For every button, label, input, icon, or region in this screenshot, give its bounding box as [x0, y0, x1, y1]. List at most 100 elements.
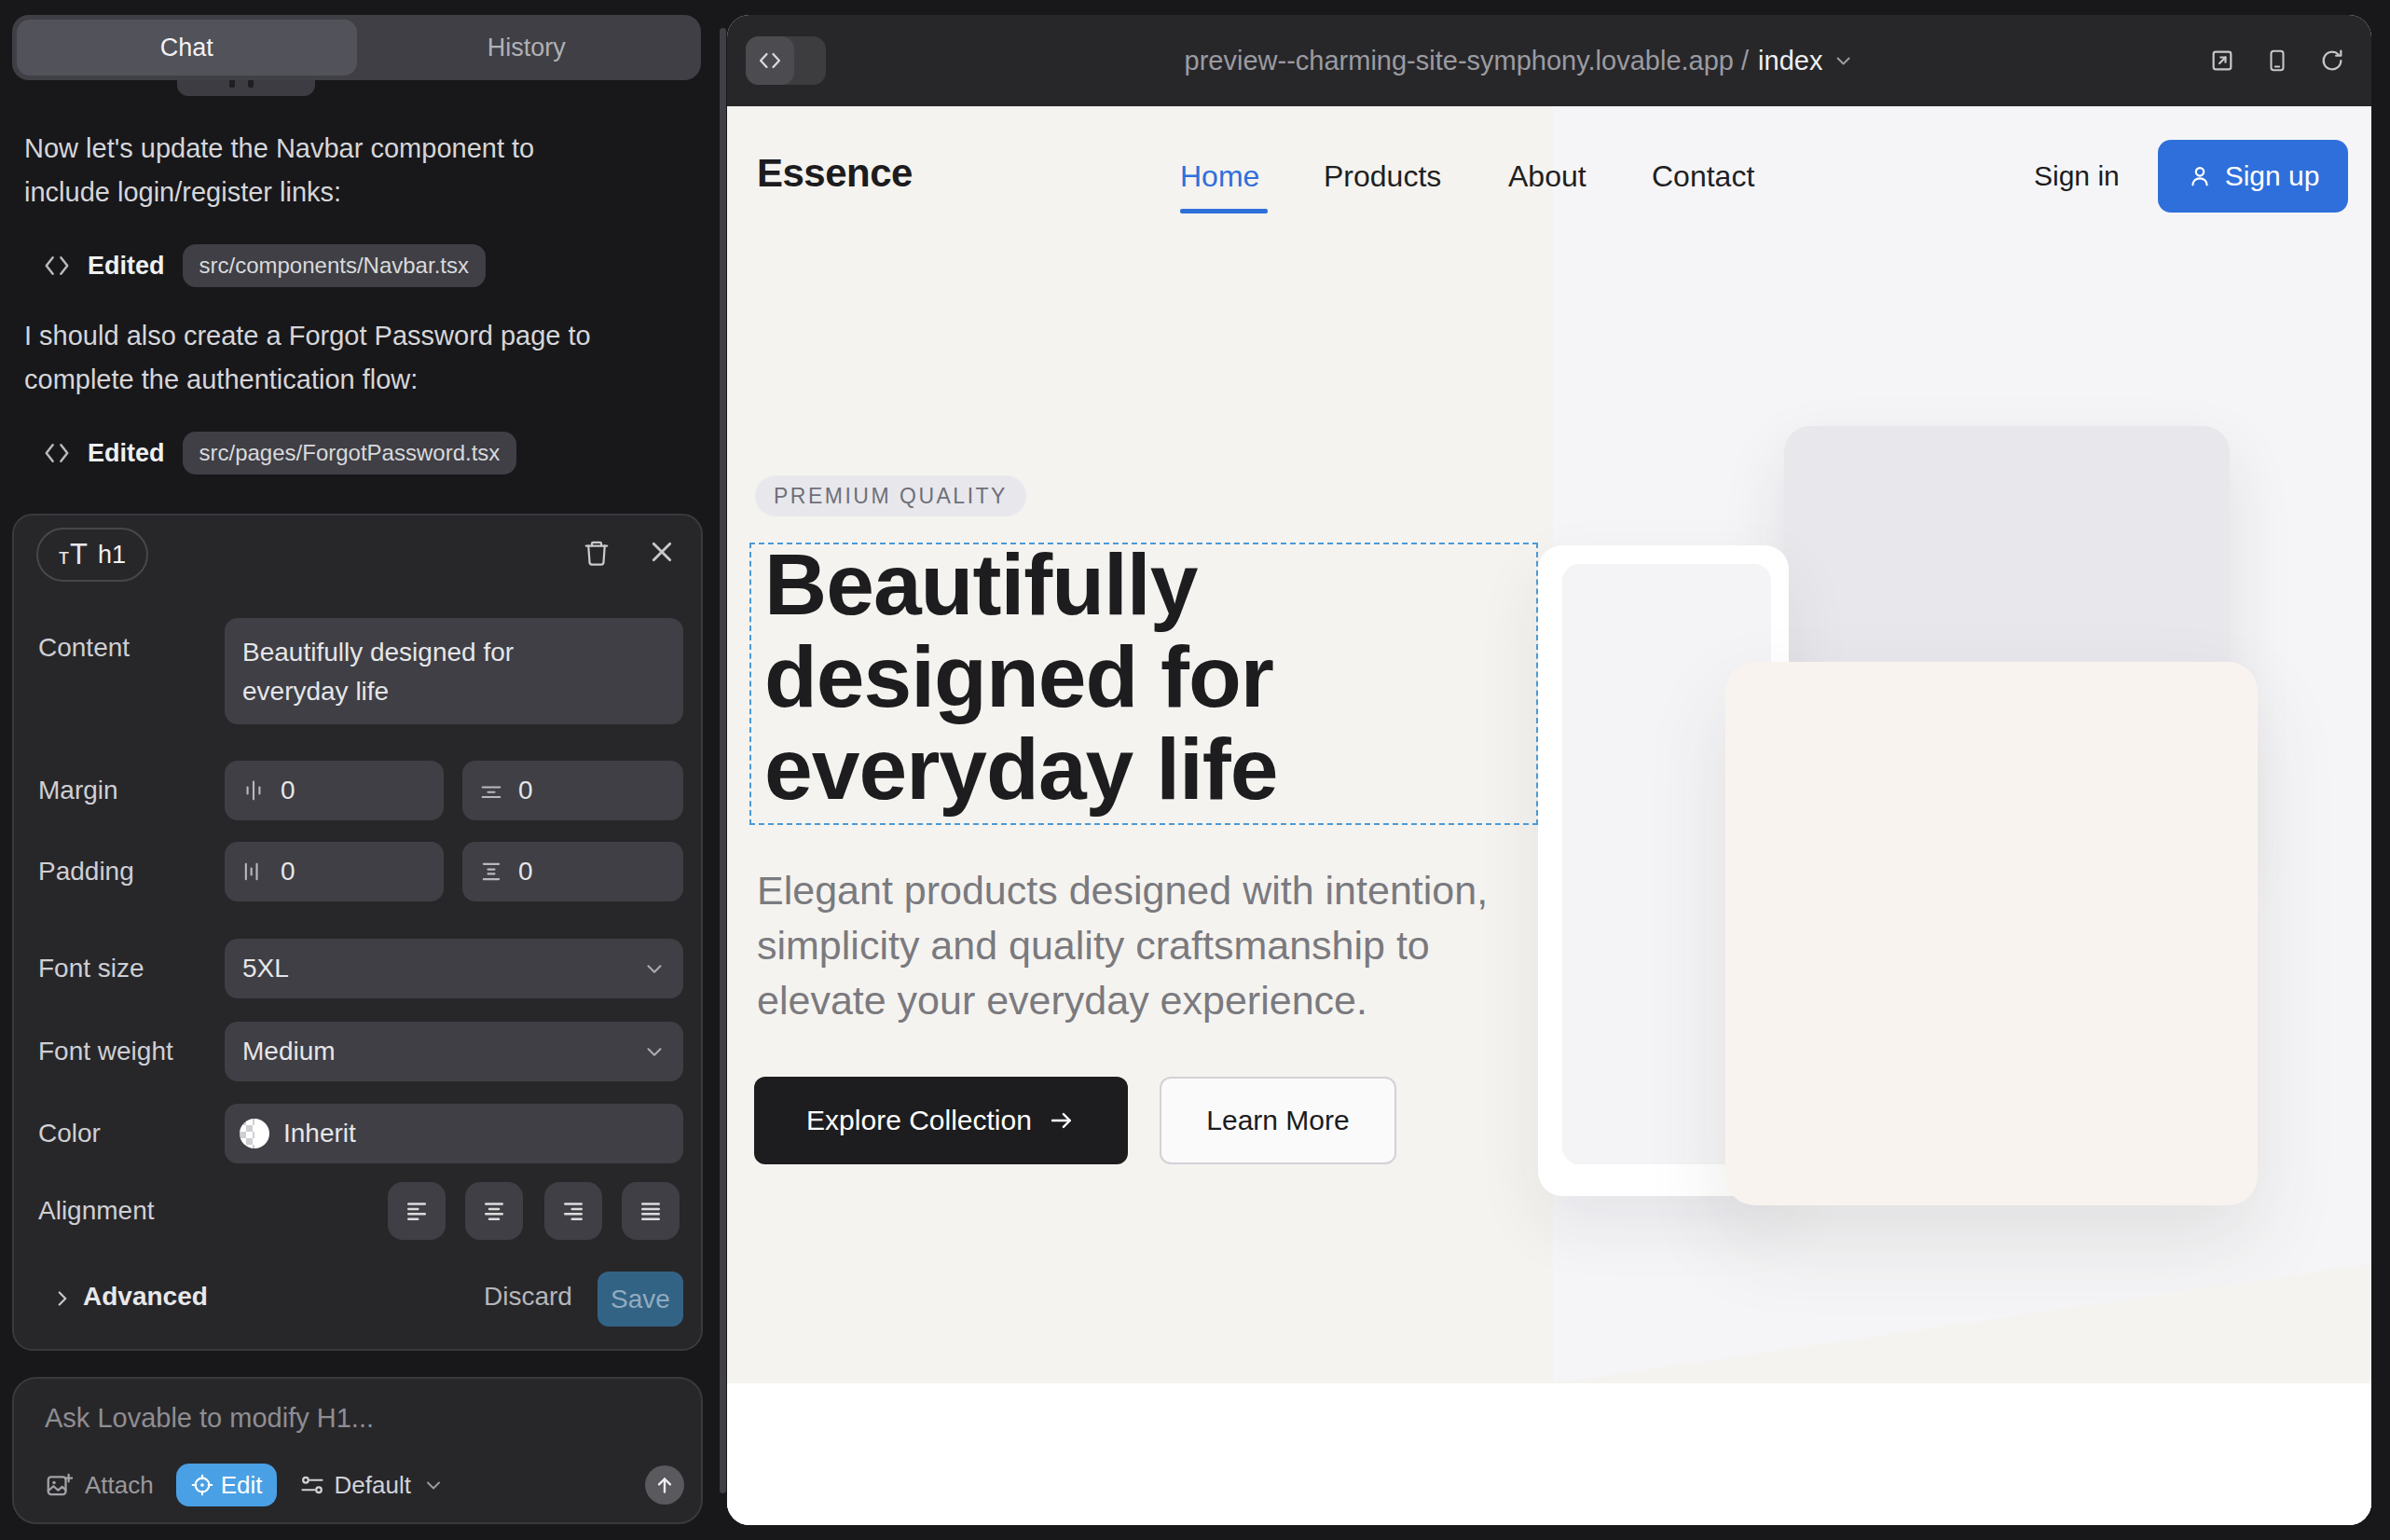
h1-selection-outline[interactable]: Beautifully designed for everyday life [749, 543, 1538, 825]
nav-products[interactable]: Products [1324, 159, 1441, 194]
nav-about[interactable]: About [1508, 159, 1586, 194]
code-toggle-segment[interactable] [746, 36, 794, 85]
attach-button[interactable]: Attach [45, 1471, 154, 1500]
align-left-icon [403, 1197, 431, 1225]
close-editor-button[interactable] [648, 538, 676, 566]
margin-horizontal-icon [240, 777, 267, 804]
padding-y-value: 0 [518, 857, 533, 887]
color-select[interactable]: Inherit [225, 1104, 683, 1163]
margin-x-value: 0 [281, 776, 295, 805]
trash-icon [583, 538, 611, 568]
sign-in-link[interactable]: Sign in [2034, 160, 2120, 192]
mobile-view-icon[interactable] [2265, 48, 2289, 74]
scrolled-chip-fragment [177, 80, 315, 96]
font-weight-label: Font weight [38, 1037, 173, 1066]
tab-chat-label: Chat [160, 34, 213, 62]
margin-x-input[interactable]: 0 [225, 761, 444, 820]
padding-horizontal-icon [240, 859, 267, 885]
color-swatch [240, 1119, 269, 1148]
hero-heading-line: everyday life [764, 723, 1278, 816]
tab-history[interactable]: History [357, 20, 697, 76]
color-label: Color [38, 1119, 101, 1148]
content-input[interactable]: Beautifully designed for everyday life [225, 618, 683, 724]
edited-label: Edited [88, 439, 165, 468]
site-logo[interactable]: Essence [757, 151, 913, 196]
site-header: Essence Home Products About Contact Sign… [727, 106, 2371, 250]
chat-scrollbar[interactable] [720, 28, 726, 1493]
nav-contact[interactable]: Contact [1652, 159, 1754, 194]
edit-mode-label: Edit [221, 1471, 263, 1500]
advanced-toggle[interactable]: Advanced [83, 1282, 208, 1312]
explore-collection-button[interactable]: Explore Collection [754, 1077, 1128, 1164]
save-button[interactable]: Save [598, 1272, 683, 1327]
padding-label: Padding [38, 857, 134, 887]
discard-button[interactable]: Discard [484, 1282, 572, 1312]
send-button[interactable] [645, 1465, 684, 1505]
content-label: Content [38, 633, 130, 663]
arrow-up-icon [652, 1473, 677, 1497]
model-default-button[interactable]: Default [299, 1471, 445, 1500]
font-weight-select[interactable]: Medium [225, 1022, 683, 1081]
font-size-select[interactable]: 5XL [225, 939, 683, 998]
chat-message: I should also create a Forgot Password p… [24, 314, 591, 402]
premium-quality-badge: PREMIUM QUALITY [755, 475, 1026, 516]
attach-image-icon [45, 1471, 73, 1499]
url-page: index [1758, 46, 1822, 76]
badge-label: PREMIUM QUALITY [774, 484, 1008, 509]
edited-label: Edited [88, 252, 165, 281]
edited-file-row: Edited src/components/Navbar.tsx [43, 244, 486, 287]
edited-file-row: Edited src/pages/ForgotPassword.tsx [43, 432, 516, 474]
align-right-button[interactable] [544, 1182, 602, 1240]
align-left-button[interactable] [388, 1182, 446, 1240]
edit-mode-pill[interactable]: Edit [176, 1464, 277, 1506]
sign-up-button[interactable]: Sign up [2158, 140, 2348, 213]
chat-message-line: Now let's update the Navbar component to [24, 127, 534, 171]
edited-file-chip[interactable]: src/components/Navbar.tsx [183, 244, 486, 287]
tab-chat[interactable]: Chat [17, 20, 357, 76]
align-justify-button[interactable] [622, 1182, 680, 1240]
margin-y-input[interactable]: 0 [462, 761, 683, 820]
element-tag-name: h1 [98, 541, 126, 570]
open-in-new-icon[interactable] [2209, 48, 2235, 74]
code-preview-toggle[interactable] [746, 36, 826, 85]
align-center-icon [480, 1197, 508, 1225]
padding-x-input[interactable]: 0 [225, 842, 444, 901]
delete-element-button[interactable] [583, 538, 611, 568]
learn-more-label: Learn More [1206, 1105, 1349, 1136]
url-bar[interactable]: preview--charming-site-symphony.lovable.… [1185, 15, 1855, 106]
color-value: Inherit [283, 1119, 356, 1148]
chevron-down-icon [1832, 49, 1854, 72]
browser-toolbar: preview--charming-site-symphony.lovable.… [727, 15, 2371, 106]
align-center-button[interactable] [465, 1182, 523, 1240]
edited-file-chip[interactable]: src/pages/ForgotPassword.tsx [183, 432, 517, 474]
section-below-hero [727, 1383, 2371, 1525]
padding-y-input[interactable]: 0 [462, 842, 683, 901]
user-icon [2187, 163, 2213, 189]
element-tag-pill[interactable]: тT h1 [36, 528, 148, 582]
align-right-icon [559, 1197, 587, 1225]
chevron-down-icon [422, 1474, 445, 1496]
explore-collection-label: Explore Collection [806, 1105, 1032, 1136]
hero-paragraph-line: elevate your everyday experience. [757, 973, 1488, 1028]
learn-more-button[interactable]: Learn More [1160, 1077, 1396, 1164]
chat-message: Now let's update the Navbar component to… [24, 127, 534, 214]
chevron-right-icon [50, 1286, 75, 1311]
target-icon [190, 1473, 214, 1497]
content-value-line: Beautifully designed for [242, 633, 514, 672]
content-value-line: everyday life [242, 672, 514, 711]
refresh-icon[interactable] [2319, 48, 2345, 74]
alignment-label: Alignment [38, 1196, 155, 1226]
hero-heading: Beautifully designed for everyday life [764, 539, 1278, 816]
text-size-icon: тT [59, 538, 89, 571]
chat-composer: Ask Lovable to modify H1... Attach Edit … [12, 1377, 703, 1524]
font-weight-value: Medium [242, 1037, 336, 1066]
hero-paragraph-line: simplicity and quality craftsmanship to [757, 918, 1488, 973]
model-default-label: Default [335, 1471, 411, 1500]
arrow-right-icon [1048, 1107, 1076, 1134]
element-editor-panel: тT h1 Content Beautifully designed for e… [12, 514, 703, 1351]
composer-input[interactable]: Ask Lovable to modify H1... [45, 1403, 374, 1434]
chat-panel: Chat History Now let's update the Navbar… [0, 0, 727, 1540]
nav-home[interactable]: Home [1180, 159, 1259, 194]
hero-paragraph: Elegant products designed with intention… [757, 863, 1488, 1028]
nav-home-underline [1180, 209, 1268, 213]
